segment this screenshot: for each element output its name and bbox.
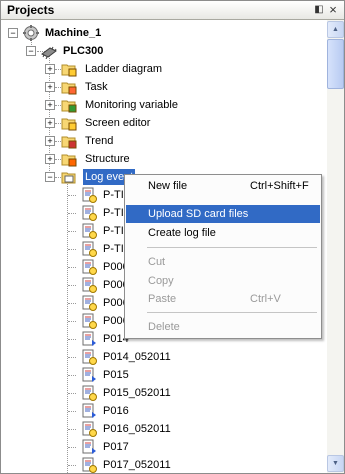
- expand-icon[interactable]: +: [45, 100, 55, 110]
- tree-node-log-file[interactable]: P016: [1, 402, 327, 420]
- log-file-icon: [82, 259, 97, 275]
- log-file-icon: [82, 403, 96, 418]
- panel-header: Projects ◧ ×: [1, 1, 344, 20]
- menu-item-new-file[interactable]: New file Ctrl+Shift+F: [126, 177, 320, 195]
- plc-chip-icon: [41, 46, 57, 59]
- tree-label-machine: Machine_1: [45, 27, 102, 39]
- tree-node-log-file[interactable]: P014_052011: [1, 348, 327, 366]
- tree-node-folder[interactable]: + Trend: [1, 132, 327, 150]
- tree-node-folder[interactable]: + Ladder diagram: [1, 60, 327, 78]
- tree-node-plc[interactable]: − PLC300: [1, 42, 327, 60]
- monitor-folder-icon: [61, 100, 77, 113]
- gear-icon: [23, 25, 39, 41]
- log-file-icon: [82, 349, 97, 365]
- screen-folder-icon: [61, 118, 77, 131]
- menu-item-delete[interactable]: Delete: [126, 318, 320, 336]
- pin-icon[interactable]: ◧: [313, 4, 325, 16]
- log-file-icon: [82, 331, 96, 346]
- tree-label-folder: Screen editor: [85, 117, 151, 129]
- tree-label-log-file: P015_052011: [103, 387, 171, 399]
- tree-node-machine[interactable]: − Machine_1: [1, 24, 327, 42]
- menu-item-label: Copy: [148, 275, 174, 287]
- tree-label-folder: Structure: [85, 153, 130, 165]
- tree-node-log-file[interactable]: P017: [1, 438, 327, 456]
- collapse-icon[interactable]: −: [26, 46, 36, 56]
- menu-item-create-log-file[interactable]: Create log file: [126, 224, 320, 242]
- menu-item-upload-sd-card-files[interactable]: Upload SD card files: [126, 205, 320, 223]
- tree-label-folder: Task: [85, 81, 108, 93]
- log-event-folder-icon: [61, 172, 76, 184]
- collapse-icon[interactable]: −: [8, 28, 18, 38]
- tree-node-log-file[interactable]: P015_052011: [1, 384, 327, 402]
- tree-label-folder: Monitoring variable: [85, 99, 178, 111]
- menu-item-label: Paste: [148, 293, 177, 305]
- tree-label-folder: Trend: [85, 135, 114, 147]
- log-file-icon: [82, 457, 97, 473]
- log-file-icon: [82, 421, 97, 437]
- tree-node-log-file[interactable]: P016_052011: [1, 420, 327, 438]
- tree-label-folder: Ladder diagram: [85, 63, 163, 75]
- menu-item-label: New file: [148, 180, 188, 192]
- tree-label-log-file: P015: [103, 369, 129, 381]
- log-file-icon: [82, 367, 96, 382]
- menu-item-label: Cut: [148, 256, 166, 268]
- expand-icon[interactable]: +: [45, 154, 55, 164]
- menu-item-cut[interactable]: Cut: [126, 253, 320, 271]
- tree-node-folder[interactable]: + Structure: [1, 150, 327, 168]
- tree-node-log-file[interactable]: P017_052011: [1, 456, 327, 473]
- context-menu: New file Ctrl+Shift+F Upload SD card files…: [124, 174, 322, 339]
- close-icon[interactable]: ×: [327, 3, 339, 16]
- expand-icon[interactable]: +: [45, 136, 55, 146]
- tree-node-folder[interactable]: + Screen editor: [1, 114, 327, 132]
- expand-icon[interactable]: +: [45, 82, 55, 92]
- menu-item-label: Upload SD card files: [148, 208, 249, 220]
- collapse-icon[interactable]: −: [45, 172, 55, 182]
- menu-separator: [147, 312, 317, 313]
- tree-label-log-file: P016: [103, 405, 129, 417]
- tree-label-log-file: P017: [103, 441, 129, 453]
- tree-label-plc: PLC300: [63, 45, 104, 57]
- expand-icon[interactable]: +: [45, 64, 55, 74]
- log-file-icon: [82, 277, 97, 293]
- log-file-icon: [82, 439, 96, 454]
- scroll-down-icon[interactable]: ▼: [327, 455, 344, 472]
- tree-node-log-file[interactable]: P015: [1, 366, 327, 384]
- log-file-icon: [82, 385, 97, 401]
- tree-node-folder[interactable]: + Monitoring variable: [1, 96, 327, 114]
- tree-label-log-file: P017_052011: [103, 459, 171, 471]
- menu-item-label: Create log file: [148, 227, 216, 239]
- panel-title: Projects: [7, 3, 55, 17]
- log-file-icon: [82, 187, 97, 203]
- log-file-icon: [82, 223, 97, 239]
- menu-item-copy[interactable]: Copy: [126, 272, 320, 290]
- menu-item-shortcut: Ctrl+Shift+F: [250, 180, 309, 192]
- log-file-icon: [82, 295, 97, 311]
- trend-folder-icon: [61, 136, 77, 149]
- log-file-icon: [82, 241, 97, 257]
- ladder-folder-icon: [61, 64, 77, 77]
- tree-label-log-file: P016_052011: [103, 423, 171, 435]
- scrollbar-thumb[interactable]: [327, 39, 344, 89]
- menu-separator: [147, 247, 317, 248]
- menu-item-shortcut: Ctrl+V: [250, 293, 281, 305]
- structure-folder-icon: [61, 154, 77, 167]
- vertical-scrollbar[interactable]: ▲ ▼: [327, 20, 344, 473]
- task-folder-icon: [61, 82, 77, 95]
- log-file-icon: [82, 205, 97, 221]
- tree-label-log-file: P014_052011: [103, 351, 171, 363]
- menu-item-paste[interactable]: Paste Ctrl+V: [126, 290, 320, 308]
- log-file-icon: [82, 313, 97, 329]
- tree-node-folder[interactable]: + Task: [1, 78, 327, 96]
- expand-icon[interactable]: +: [45, 118, 55, 128]
- scroll-up-icon[interactable]: ▲: [327, 21, 344, 38]
- menu-item-label: Delete: [148, 321, 180, 333]
